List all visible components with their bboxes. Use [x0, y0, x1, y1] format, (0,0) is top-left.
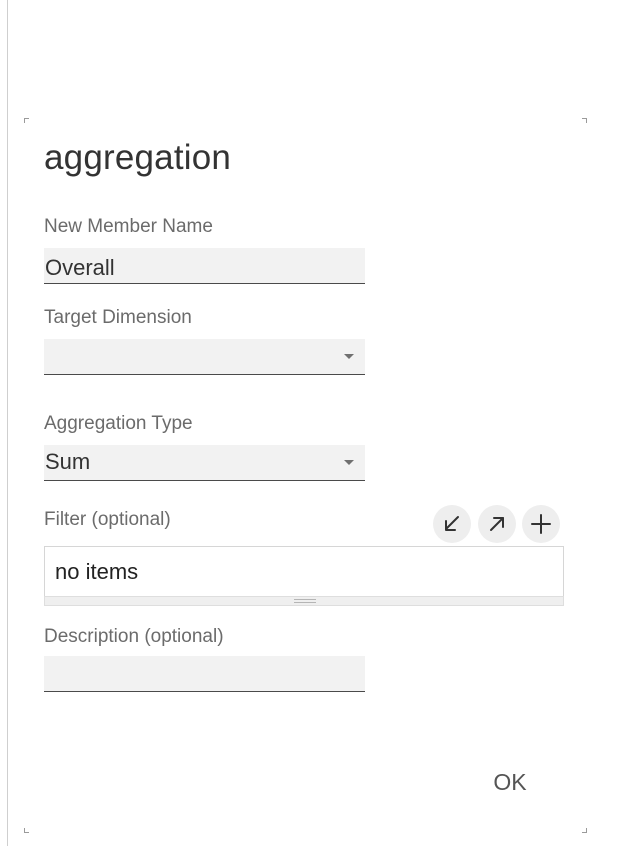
description-input[interactable] [44, 656, 365, 692]
target-dimension-label: Target Dimension [44, 307, 192, 328]
expand-filter-button[interactable] [478, 505, 516, 543]
corner-mark-bottom-right [582, 828, 587, 833]
ok-button[interactable]: OK [480, 762, 540, 802]
collapse-filter-button[interactable] [433, 505, 471, 543]
corner-mark-top-right [582, 118, 587, 123]
corner-mark-bottom-left [24, 828, 29, 833]
filter-label: Filter (optional) [44, 509, 171, 530]
grip-icon [294, 599, 316, 603]
dialog-page: aggregation New Member Name Target Dimen… [0, 0, 642, 846]
aggregation-type-select[interactable]: Sum [44, 445, 365, 481]
aggregation-type-value: Sum [45, 449, 91, 474]
dialog-title: aggregation [44, 138, 232, 177]
new-member-name-label: New Member Name [44, 216, 213, 237]
filter-empty-text: no items [55, 559, 139, 584]
plus-icon [531, 514, 551, 534]
filter-resize-handle[interactable] [44, 596, 564, 606]
new-member-name-input[interactable] [44, 248, 365, 284]
collapse-arrow-icon [445, 516, 459, 531]
filter-list[interactable]: no items [44, 546, 564, 598]
left-border-line [7, 0, 8, 846]
add-filter-button[interactable] [522, 505, 560, 543]
aggregation-type-label: Aggregation Type [44, 413, 193, 434]
target-dimension-select[interactable] [44, 339, 365, 375]
description-label: Description (optional) [44, 626, 224, 647]
expand-arrow-icon [490, 517, 504, 531]
chevron-down-icon [344, 354, 354, 359]
chevron-down-icon [344, 460, 354, 465]
corner-mark-top-left [24, 118, 29, 123]
